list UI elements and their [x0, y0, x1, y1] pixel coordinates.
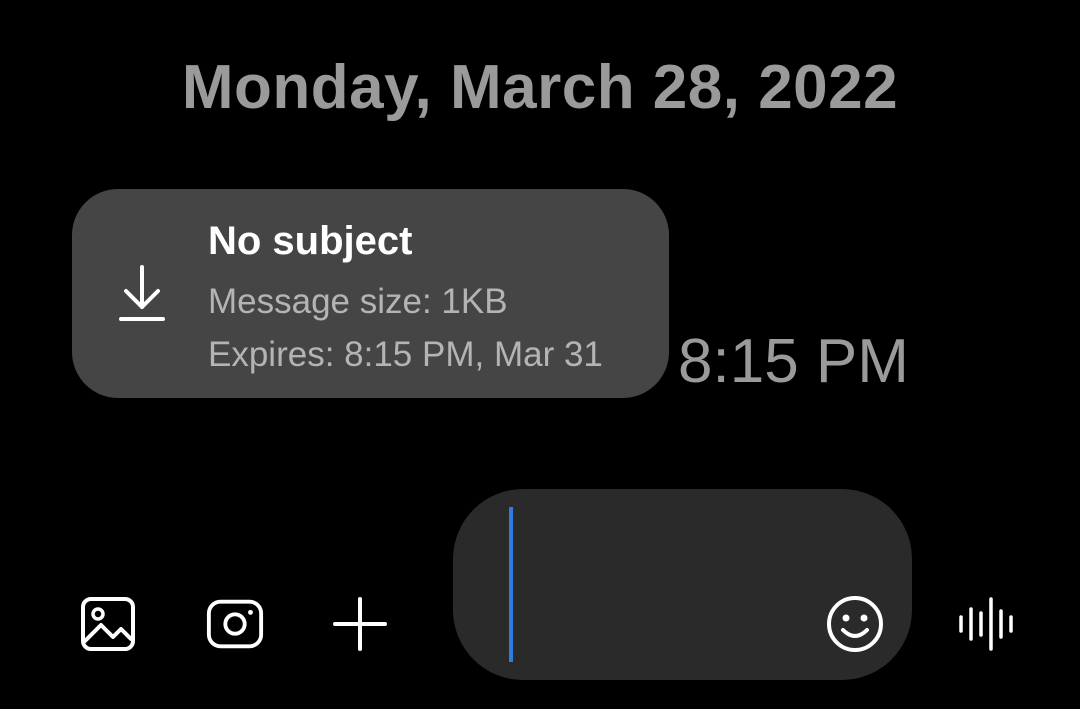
message-input[interactable] [513, 507, 817, 664]
conversation-screen: Monday, March 28, 2022 No subject Messag… [0, 0, 1080, 709]
message-input-container[interactable] [453, 489, 912, 680]
voice-button[interactable] [957, 594, 1017, 654]
mms-expiry: Expires: 8:15 PM, Mar 31 [208, 335, 603, 374]
emoji-icon [827, 596, 883, 652]
camera-button[interactable] [205, 594, 265, 654]
download-icon [119, 265, 165, 321]
image-icon [81, 597, 135, 651]
plus-icon [333, 597, 387, 651]
gallery-button[interactable] [78, 594, 138, 654]
attach-button[interactable] [330, 594, 390, 654]
mms-download-bubble[interactable]: No subject Message size: 1KB Expires: 8:… [72, 189, 669, 398]
camera-icon [206, 599, 264, 649]
mms-subject: No subject [208, 219, 413, 263]
voice-waveform-icon [959, 597, 1013, 651]
message-timestamp: 8:15 PM [678, 327, 909, 396]
mms-size: Message size: 1KB [208, 282, 508, 321]
emoji-button[interactable] [825, 594, 885, 654]
date-header: Monday, March 28, 2022 [181, 53, 899, 122]
